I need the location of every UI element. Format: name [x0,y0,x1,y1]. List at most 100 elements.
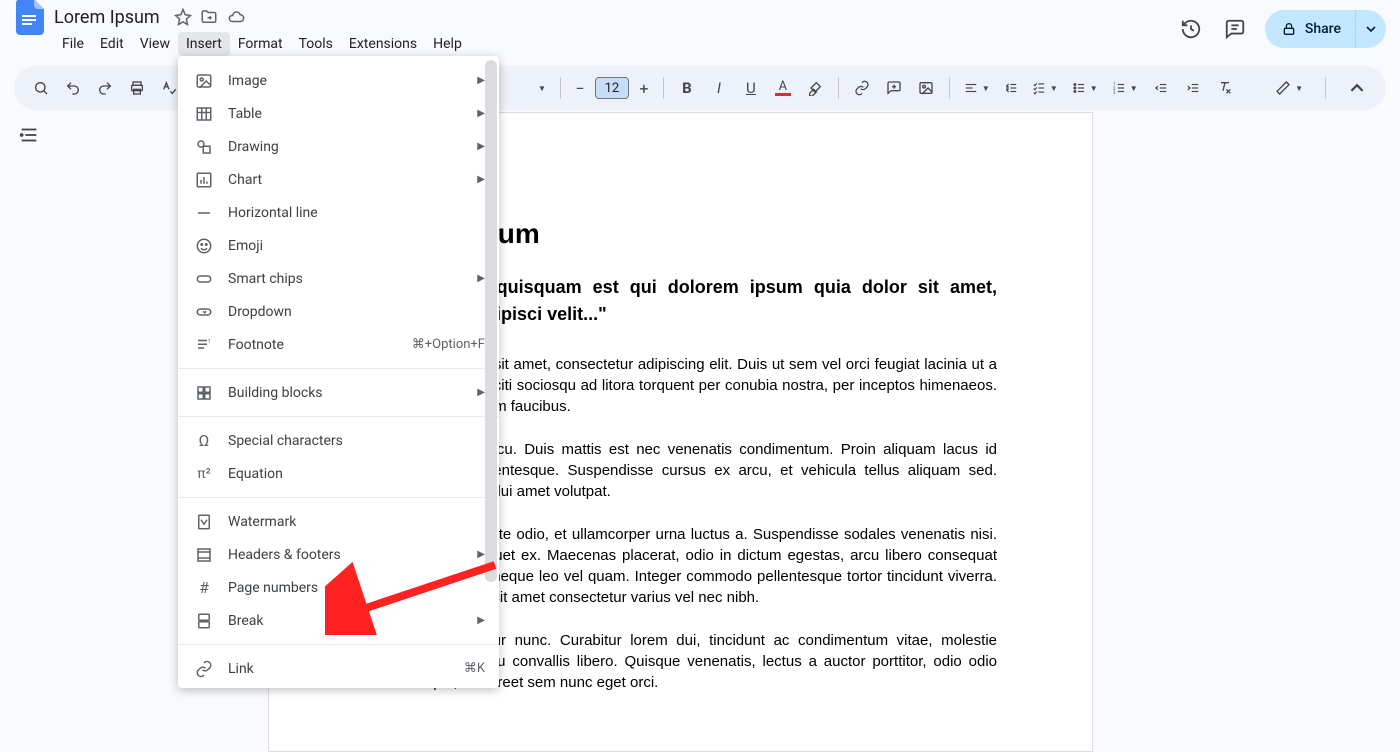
font-size-increase-button[interactable]: + [633,77,655,99]
menu-item-image[interactable]: Image ▶ [178,64,499,97]
menu-shortcut: ⌘+Option+F [412,337,485,352]
menu-extensions[interactable]: Extensions [341,32,425,56]
numbered-list-dropdown[interactable]: 123▼ [1106,73,1144,103]
menu-item-link[interactable]: Link ⌘K [178,652,499,685]
document-outline-button[interactable] [18,124,40,146]
menu-format[interactable]: Format [230,32,291,56]
share-label: Share [1305,21,1341,37]
headers-footers-icon [194,546,214,564]
menu-item-emoji[interactable]: Emoji [178,229,499,262]
line-spacing-dropdown[interactable] [998,73,1024,103]
collapse-toolbar-button[interactable] [1342,73,1372,103]
menu-shortcut: ⌘K [464,661,485,676]
search-menus-button[interactable] [26,73,56,103]
menu-label: Building blocks [228,385,323,401]
menu-view[interactable]: View [132,32,178,56]
move-to-folder-icon[interactable] [200,8,218,26]
menu-item-page-numbers[interactable]: # Page numbers [178,571,499,604]
increase-indent-button[interactable] [1178,73,1208,103]
svg-text:3: 3 [1113,90,1116,95]
building-blocks-icon [194,384,214,402]
menu-label: Watermark [228,514,296,530]
menu-help[interactable]: Help [425,32,470,56]
star-icon[interactable] [174,8,192,26]
submenu-arrow-icon: ▶ [477,615,485,626]
menu-item-table[interactable]: Table ▶ [178,97,499,130]
menu-label: Footnote [228,337,284,353]
menu-label: Emoji [228,238,263,254]
highlight-color-button[interactable] [800,73,830,103]
menu-edit[interactable]: Edit [92,32,132,56]
comments-icon[interactable] [1221,15,1249,43]
cloud-status-icon[interactable] [226,8,246,26]
clear-formatting-button[interactable] [1210,73,1240,103]
menu-item-smart-chips[interactable]: Smart chips ▶ [178,262,499,295]
menu-label: Drawing [228,139,279,155]
font-size-input[interactable]: 12 [595,77,629,99]
editing-mode-dropdown[interactable]: ▼ [1269,73,1309,103]
font-size-decrease-button[interactable]: − [569,77,591,99]
chart-icon [194,171,214,189]
menu-divider [178,368,499,369]
add-comment-button[interactable] [879,73,909,103]
menu-item-footnote[interactable]: 1 Footnote ⌘+Option+F [178,328,499,361]
menu-item-watermark[interactable]: Watermark [178,505,499,538]
svg-text:1: 1 [208,338,211,344]
share-button[interactable]: Share [1265,10,1355,48]
align-dropdown[interactable]: ▼ [958,73,996,103]
separator [949,77,950,99]
menu-item-special-characters[interactable]: Ω Special characters [178,424,499,457]
share-dropdown-button[interactable] [1355,10,1386,48]
undo-button[interactable] [58,73,88,103]
page-numbers-icon: # [194,578,214,597]
menu-tools[interactable]: Tools [291,32,341,56]
menu-label: Chart [228,172,262,188]
menu-item-building-blocks[interactable]: Building blocks ▶ [178,376,499,409]
submenu-arrow-icon: ▶ [477,75,485,86]
menu-item-dropdown[interactable]: Dropdown [178,295,499,328]
document-title[interactable]: Lorem Ipsum [54,7,160,28]
emoji-icon [194,237,214,255]
menu-label: Special characters [228,433,343,449]
menu-item-break[interactable]: Break ▶ [178,604,499,637]
submenu-arrow-icon: ▶ [477,108,485,119]
text-color-button[interactable]: A [768,73,798,103]
submenu-arrow-icon: ▶ [477,141,485,152]
menu-label: Image [228,73,267,89]
caret-down-icon [1366,24,1376,34]
bold-button[interactable]: B [672,73,702,103]
menu-divider [178,497,499,498]
print-button[interactable] [122,73,152,103]
break-icon [194,612,214,630]
bulleted-list-dropdown[interactable]: ▼ [1066,73,1104,103]
decrease-indent-button[interactable] [1146,73,1176,103]
redo-button[interactable] [90,73,120,103]
menu-divider [178,644,499,645]
menu-label: Page numbers [228,580,318,596]
menu-label: Equation [228,466,283,482]
omega-icon: Ω [194,431,214,450]
checklist-dropdown[interactable]: ▼ [1026,73,1064,103]
menu-item-horizontal-line[interactable]: Horizontal line [178,196,499,229]
submenu-arrow-icon: ▶ [477,273,485,284]
underline-button[interactable]: U [736,73,766,103]
menu-item-equation[interactable]: π² Equation [178,457,499,490]
styles-dropdown[interactable]: ▼ [530,73,552,103]
menu-item-drawing[interactable]: Drawing ▶ [178,130,499,163]
menu-insert[interactable]: Insert [178,32,230,56]
menu-item-headers-footers[interactable]: Headers & footers ▶ [178,538,499,571]
italic-button[interactable]: I [704,73,734,103]
insert-link-button[interactable] [847,73,877,103]
separator [1325,77,1326,99]
version-history-icon[interactable] [1177,15,1205,43]
menu-label: Horizontal line [228,205,318,221]
insert-image-button[interactable] [911,73,941,103]
menu-label: Dropdown [228,304,292,320]
horizontal-line-icon [194,204,214,222]
dropdown-icon [194,303,214,321]
menu-file[interactable]: File [54,32,92,56]
separator [838,77,839,99]
footnote-icon: 1 [194,336,214,354]
menu-item-chart[interactable]: Chart ▶ [178,163,499,196]
menu-label: Link [228,661,254,677]
